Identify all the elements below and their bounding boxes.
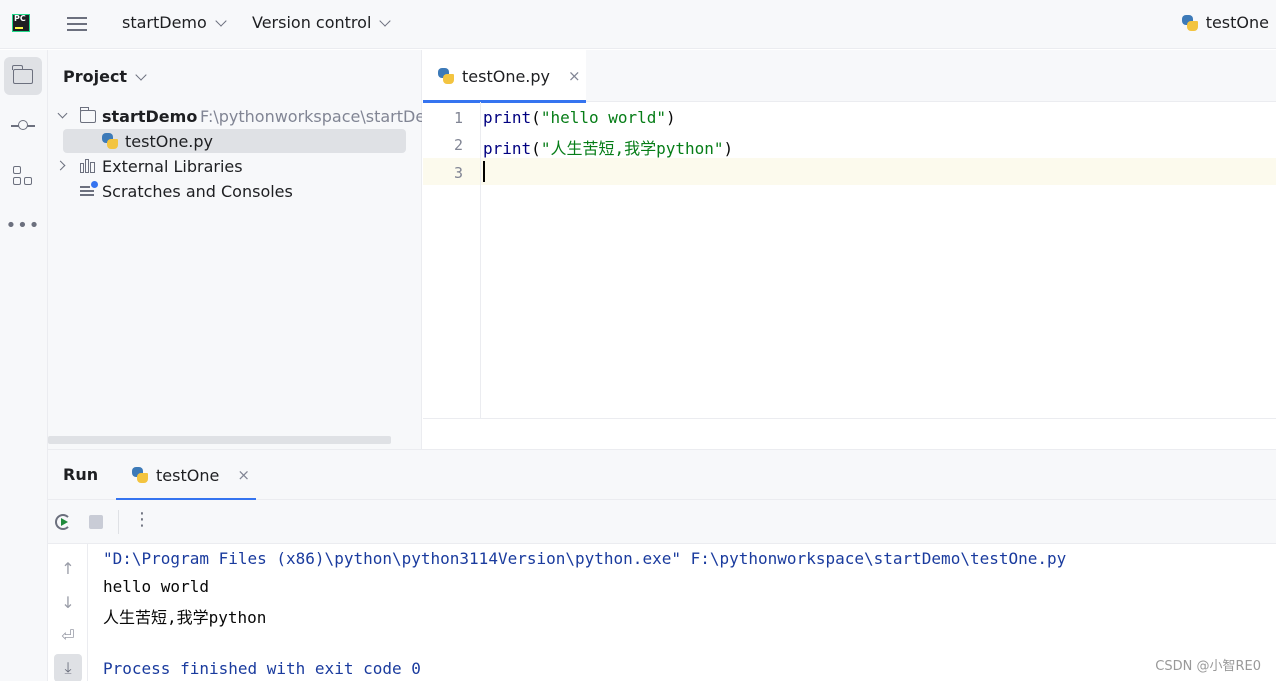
- code-string: "人生苦短,我学python": [540, 139, 724, 158]
- project-selector[interactable]: startDemo: [122, 13, 227, 32]
- pycharm-logo-icon: [12, 14, 30, 32]
- code-line[interactable]: print("hello world"): [483, 108, 676, 127]
- run-tab-testone[interactable]: testOne ×: [116, 450, 256, 501]
- folder-icon: [80, 107, 96, 123]
- code-string: "hello world": [540, 108, 667, 127]
- run-config-label: testOne: [1205, 13, 1269, 32]
- close-icon[interactable]: ×: [237, 466, 250, 484]
- run-toolbar: ⋮: [48, 500, 1276, 544]
- chevron-down-icon: [215, 14, 227, 27]
- editor-divider: [423, 418, 1276, 419]
- tree-expand-icon[interactable]: [55, 160, 66, 171]
- structure-icon: [13, 166, 33, 186]
- python-icon: [1181, 14, 1198, 31]
- python-icon: [132, 467, 148, 483]
- run-side-toolbar: ↑ ↓ ⏎ ⤓: [48, 544, 88, 681]
- title-bar: startDemo Version control testOne: [0, 0, 1276, 49]
- editor-tab-bar: testOne.py ×: [423, 50, 1276, 103]
- tree-item-file[interactable]: testOne.py: [48, 129, 422, 153]
- library-icon: [80, 159, 96, 173]
- editor-tab-testone[interactable]: testOne.py ×: [423, 50, 586, 103]
- stop-icon[interactable]: [89, 515, 103, 529]
- tree-file-name: testOne.py: [125, 131, 214, 151]
- project-panel: Project startDemo F:\pythonworkspace\sta…: [48, 50, 422, 449]
- project-tool-button[interactable]: [4, 57, 42, 95]
- horizontal-scrollbar[interactable]: [48, 436, 391, 444]
- console-exit-line: Process finished with exit code 0: [103, 659, 421, 678]
- line-number: 2: [453, 136, 463, 154]
- folder-icon: [12, 64, 33, 84]
- console-output-line: hello world: [103, 577, 209, 596]
- run-tab-bar: Run testOne ×: [48, 450, 1276, 501]
- chevron-down-icon: [379, 14, 392, 27]
- main-menu-icon[interactable]: [67, 15, 87, 33]
- commit-icon: [11, 120, 35, 130]
- tree-scratches-label: Scratches and Consoles: [102, 181, 293, 201]
- python-file-icon: [102, 133, 118, 149]
- more-horizontal-icon: •••: [5, 215, 41, 236]
- chevron-down-icon: [135, 68, 147, 81]
- run-panel-title: Run: [63, 465, 99, 484]
- rerun-icon[interactable]: [55, 514, 71, 530]
- console-output-line: 人生苦短,我学python: [103, 608, 267, 627]
- code-paren: ): [723, 139, 734, 158]
- tree-item-scratches[interactable]: Scratches and Consoles: [48, 179, 422, 203]
- soft-wrap-icon[interactable]: ⏎: [54, 621, 82, 649]
- code-function: print: [483, 108, 532, 127]
- current-line-highlight: [423, 158, 1276, 185]
- code-paren: (: [531, 139, 541, 158]
- more-vertical-icon[interactable]: ⋮: [133, 510, 151, 530]
- tree-root-name: startDemo: [102, 106, 198, 126]
- editor-tab-label: testOne.py: [462, 66, 551, 86]
- close-icon[interactable]: ×: [568, 67, 581, 85]
- toolbar-separator: [118, 510, 119, 534]
- tree-expand-icon[interactable]: [57, 108, 68, 119]
- tool-window-stripe: •••: [0, 50, 48, 681]
- commit-tool-button[interactable]: [4, 107, 42, 145]
- python-file-icon: [438, 68, 454, 84]
- vcs-label: Version control: [252, 13, 372, 32]
- project-name: startDemo: [122, 13, 207, 32]
- run-panel: Run testOne × ⋮ ↑ ↓ ⏎ ⤓ "D:\Program File…: [48, 449, 1276, 681]
- scroll-to-end-icon[interactable]: ⤓: [54, 654, 82, 681]
- editor: testOne.py × 1 2 3 print("hello world") …: [423, 50, 1276, 449]
- code-line[interactable]: print("人生苦短,我学python"): [483, 135, 733, 159]
- tree-root-path: F:\pythonworkspace\startDe: [200, 106, 422, 126]
- scroll-up-icon[interactable]: ↑: [54, 554, 82, 582]
- project-panel-header[interactable]: Project: [63, 67, 147, 86]
- line-number: 3: [453, 164, 463, 182]
- code-function: print: [483, 139, 532, 158]
- tree-item-root[interactable]: startDemo F:\pythonworkspace\startDe: [48, 104, 422, 128]
- text-caret: [483, 161, 485, 182]
- tree-external-label: External Libraries: [102, 156, 243, 176]
- line-number: 1: [453, 109, 463, 127]
- code-paren: (: [531, 108, 541, 127]
- line-number-gutter: 1 2 3: [423, 102, 481, 418]
- vcs-selector[interactable]: Version control: [252, 13, 392, 32]
- run-config-selector[interactable]: testOne: [1181, 13, 1269, 32]
- structure-tool-button[interactable]: [4, 157, 42, 195]
- run-tab-label: testOne: [156, 465, 220, 485]
- tree-item-external-libraries[interactable]: External Libraries: [48, 154, 422, 178]
- project-panel-title: Project: [63, 67, 128, 86]
- console-command-line: "D:\Program Files (x86)\python\python311…: [103, 549, 1067, 568]
- scroll-down-icon[interactable]: ↓: [54, 588, 82, 616]
- scratches-icon: [80, 181, 98, 198]
- code-paren: ): [666, 108, 676, 127]
- watermark: CSDN @小智RE0: [1155, 659, 1261, 674]
- more-tools-button[interactable]: •••: [4, 207, 42, 245]
